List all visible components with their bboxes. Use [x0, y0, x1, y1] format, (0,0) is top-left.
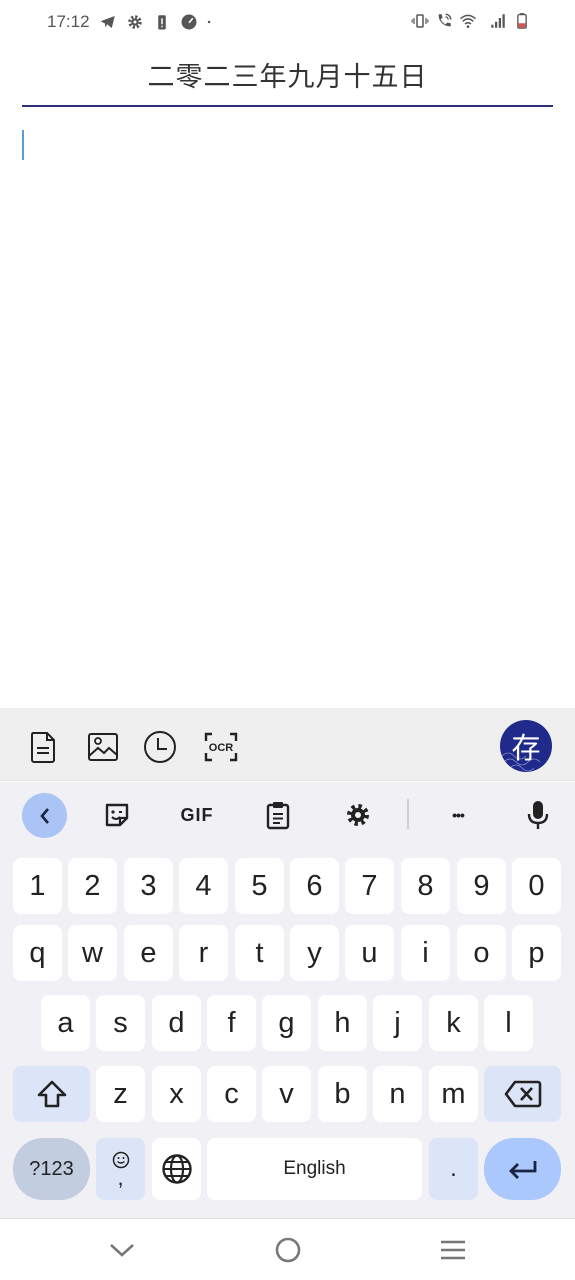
shift-key[interactable]	[13, 1066, 90, 1122]
key-f[interactable]: f	[207, 995, 256, 1051]
status-bar: 17:12	[0, 0, 575, 46]
settings-icon	[127, 15, 142, 29]
backspace-icon	[504, 1080, 541, 1108]
key-3[interactable]: 3	[124, 858, 173, 914]
enter-key[interactable]	[484, 1138, 561, 1200]
menu-icon	[441, 1240, 465, 1260]
key-v[interactable]: v	[262, 1066, 311, 1122]
soft-keyboard: GIF ••• 1 2 3 4 5 6 7 8 9 0 q w e r t y …	[0, 782, 575, 1218]
nav-back-button[interactable]	[107, 1235, 137, 1265]
shift-icon	[37, 1080, 66, 1108]
wifi-calling-icon	[438, 13, 452, 27]
key-n[interactable]: n	[373, 1066, 422, 1122]
period-key[interactable]: .	[429, 1138, 478, 1200]
wifi-icon	[459, 14, 477, 28]
key-a[interactable]: a	[41, 995, 90, 1051]
key-6[interactable]: 6	[290, 858, 339, 914]
voice-input-button[interactable]	[522, 794, 554, 836]
nav-home-button[interactable]	[273, 1235, 303, 1265]
more-button[interactable]: •••	[440, 794, 476, 836]
globe-icon	[161, 1154, 192, 1184]
language-key[interactable]	[152, 1138, 201, 1200]
key-9[interactable]: 9	[457, 858, 506, 914]
gif-button[interactable]: GIF	[176, 794, 218, 836]
key-q[interactable]: q	[13, 925, 62, 981]
history-button[interactable]	[143, 730, 177, 764]
status-time: 17:12	[47, 12, 90, 31]
dot-icon	[207, 20, 210, 24]
key-p[interactable]: p	[512, 925, 561, 981]
system-navigation-bar	[0, 1218, 575, 1280]
key-s[interactable]: s	[96, 995, 145, 1051]
key-u[interactable]: u	[345, 925, 394, 981]
document-button[interactable]	[26, 730, 60, 764]
clock-icon	[144, 731, 176, 763]
keyboard-settings-button[interactable]	[342, 794, 374, 836]
key-i[interactable]: i	[401, 925, 450, 981]
svg-text:OCR: OCR	[209, 742, 234, 754]
gear-icon	[347, 804, 369, 826]
keyboard-toolbar: GIF •••	[0, 782, 575, 848]
vibrate-icon	[411, 14, 429, 28]
key-1[interactable]: 1	[13, 858, 62, 914]
nav-recents-button[interactable]	[438, 1235, 468, 1265]
telegram-icon	[100, 16, 115, 28]
key-j[interactable]: j	[373, 995, 422, 1051]
note-title[interactable]: 二零二三年九月十五日	[0, 55, 575, 94]
key-y[interactable]: y	[290, 925, 339, 981]
speedometer-icon	[181, 14, 197, 30]
key-h[interactable]: h	[318, 995, 367, 1051]
keyboard-back-button[interactable]	[22, 793, 67, 838]
enter-icon	[508, 1161, 536, 1179]
image-icon	[88, 733, 118, 761]
key-8[interactable]: 8	[401, 858, 450, 914]
text-cursor	[22, 130, 24, 160]
key-l[interactable]: l	[484, 995, 533, 1051]
key-5[interactable]: 5	[235, 858, 284, 914]
key-w[interactable]: w	[68, 925, 117, 981]
title-divider	[22, 105, 553, 107]
save-button[interactable]: 存	[500, 720, 552, 772]
image-button[interactable]	[86, 730, 120, 764]
circle-home-icon	[275, 1237, 301, 1263]
space-key[interactable]: English	[207, 1138, 422, 1200]
key-x[interactable]: x	[152, 1066, 201, 1122]
sticker-button[interactable]	[100, 794, 134, 836]
key-0[interactable]: 0	[512, 858, 561, 914]
clipboard-button[interactable]	[262, 794, 294, 836]
emoji-comma-key[interactable]: ,	[96, 1138, 145, 1200]
signal-icon	[491, 14, 505, 28]
key-r[interactable]: r	[179, 925, 228, 981]
key-m[interactable]: m	[429, 1066, 478, 1122]
sticker-icon	[105, 803, 129, 827]
key-c[interactable]: c	[207, 1066, 256, 1122]
battery-alert-icon	[157, 15, 166, 30]
clipboard-icon	[266, 802, 290, 830]
key-g[interactable]: g	[262, 995, 311, 1051]
toolbar-divider	[407, 799, 409, 829]
key-e[interactable]: e	[124, 925, 173, 981]
microphone-icon	[527, 801, 549, 829]
ocr-icon: OCR	[204, 732, 238, 762]
comma-label: ,	[117, 1165, 124, 1190]
symbols-key[interactable]: ?123	[13, 1138, 90, 1200]
note-body-editor[interactable]	[0, 110, 575, 706]
key-d[interactable]: d	[152, 995, 201, 1051]
key-b[interactable]: b	[318, 1066, 367, 1122]
battery-low-icon	[517, 13, 527, 29]
key-o[interactable]: o	[457, 925, 506, 981]
document-icon	[30, 732, 55, 763]
key-2[interactable]: 2	[68, 858, 117, 914]
key-t[interactable]: t	[235, 925, 284, 981]
key-7[interactable]: 7	[345, 858, 394, 914]
chevron-left-icon	[39, 807, 49, 824]
ocr-button[interactable]: OCR	[204, 730, 238, 764]
chevron-down-icon	[110, 1244, 134, 1257]
backspace-key[interactable]	[484, 1066, 561, 1122]
key-k[interactable]: k	[429, 995, 478, 1051]
key-z[interactable]: z	[96, 1066, 145, 1122]
note-toolbar: OCR 存	[0, 708, 575, 781]
save-label: 存	[511, 731, 541, 765]
key-4[interactable]: 4	[179, 858, 228, 914]
